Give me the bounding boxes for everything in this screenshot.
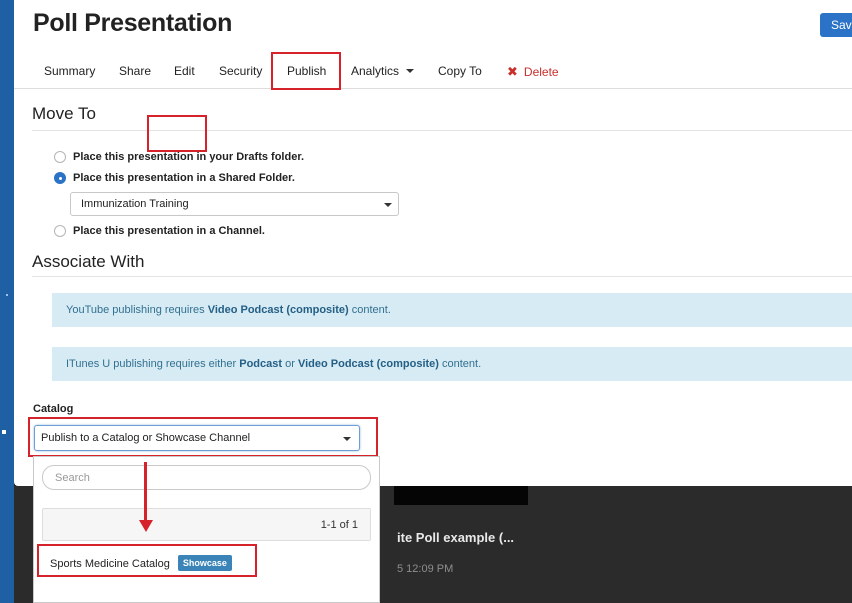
tab-delete[interactable]: ✖ Delete xyxy=(507,64,559,80)
radio-drafts-folder[interactable]: Place this presentation in your Drafts f… xyxy=(54,151,304,163)
radio-button[interactable] xyxy=(54,151,66,163)
background-marker xyxy=(6,294,8,296)
alert-emphasis: Video Podcast (composite) xyxy=(207,304,349,316)
alert-text: ITunes U publishing requires either xyxy=(66,358,240,370)
divider xyxy=(32,276,852,277)
shared-folder-value: Immunization Training xyxy=(81,198,189,210)
alert-emphasis: Video Podcast (composite) xyxy=(297,358,439,370)
catalog-result-item[interactable]: Sports Medicine Catalog Showcase xyxy=(50,555,232,571)
background-row-date: 5 12:09 PM xyxy=(397,563,454,575)
tab-publish-label: Publish xyxy=(287,64,327,78)
tab-share[interactable]: Share xyxy=(119,64,151,78)
radio-button[interactable] xyxy=(54,225,66,237)
annotation-box xyxy=(147,115,207,152)
annotation-arrow xyxy=(144,462,147,520)
shared-folder-select[interactable]: Immunization Training xyxy=(70,192,399,216)
tab-analytics[interactable]: Analytics xyxy=(351,64,415,78)
catalog-search-input[interactable] xyxy=(42,465,371,490)
tab-summary[interactable]: Summary xyxy=(44,64,95,78)
save-button[interactable]: Save xyxy=(820,13,852,37)
background-row-title[interactable]: ite Poll example (... xyxy=(397,530,514,545)
radio-shared-folder[interactable]: Place this presentation in a Shared Fold… xyxy=(54,172,295,184)
alert-text: or xyxy=(282,358,298,370)
radio-channel[interactable]: Place this presentation in a Channel. xyxy=(54,225,265,237)
catalog-dropdown: 1-1 of 1 xyxy=(33,456,380,603)
catalog-label: Catalog xyxy=(33,403,74,415)
tab-publish[interactable]: Publish xyxy=(271,52,341,90)
background-marker xyxy=(2,430,6,434)
radio-button-checked[interactable] xyxy=(54,172,66,184)
arrow-down-icon xyxy=(139,520,153,532)
publish-panel: Poll Presentation Save Summary Share Edi… xyxy=(14,0,852,486)
youtube-alert: YouTube publishing requires Video Podcas… xyxy=(52,293,852,327)
associate-with-heading: Associate With xyxy=(32,252,145,271)
catalog-select-value: Publish to a Catalog or Showcase Channel xyxy=(41,432,251,444)
tab-edit[interactable]: Edit xyxy=(174,64,195,78)
radio-label: Place this presentation in your Drafts f… xyxy=(73,151,305,163)
tab-security[interactable]: Security xyxy=(219,64,262,78)
background-sidebar xyxy=(0,0,14,603)
caret-down-icon xyxy=(343,437,351,441)
catalog-result-name: Sports Medicine Catalog xyxy=(50,558,170,570)
itunes-alert: ITunes U publishing requires either Podc… xyxy=(52,347,852,381)
tab-analytics-label: Analytics xyxy=(351,64,400,78)
background-thumbnail xyxy=(394,486,528,505)
tab-delete-label: Delete xyxy=(523,65,559,79)
x-icon: ✖ xyxy=(507,64,518,79)
alert-text: YouTube publishing requires xyxy=(66,304,208,316)
catalog-pager: 1-1 of 1 xyxy=(42,508,371,541)
tab-copy-to[interactable]: Copy To xyxy=(438,64,482,78)
showcase-badge: Showcase xyxy=(177,555,232,571)
page-title: Poll Presentation xyxy=(33,9,233,37)
caret-down-icon xyxy=(406,69,415,73)
radio-label: Place this presentation in a Channel. xyxy=(73,225,265,237)
alert-emphasis: Podcast xyxy=(239,358,283,370)
alert-text: content. xyxy=(348,304,391,316)
alert-text: content. xyxy=(438,358,482,370)
catalog-select[interactable]: Publish to a Catalog or Showcase Channel xyxy=(34,425,360,451)
tab-bar: Summary Share Edit Security Publish Anal… xyxy=(14,52,852,90)
move-to-heading: Move To xyxy=(32,104,96,123)
caret-down-icon xyxy=(384,203,392,207)
radio-label: Place this presentation in a Shared Fold… xyxy=(73,172,295,184)
